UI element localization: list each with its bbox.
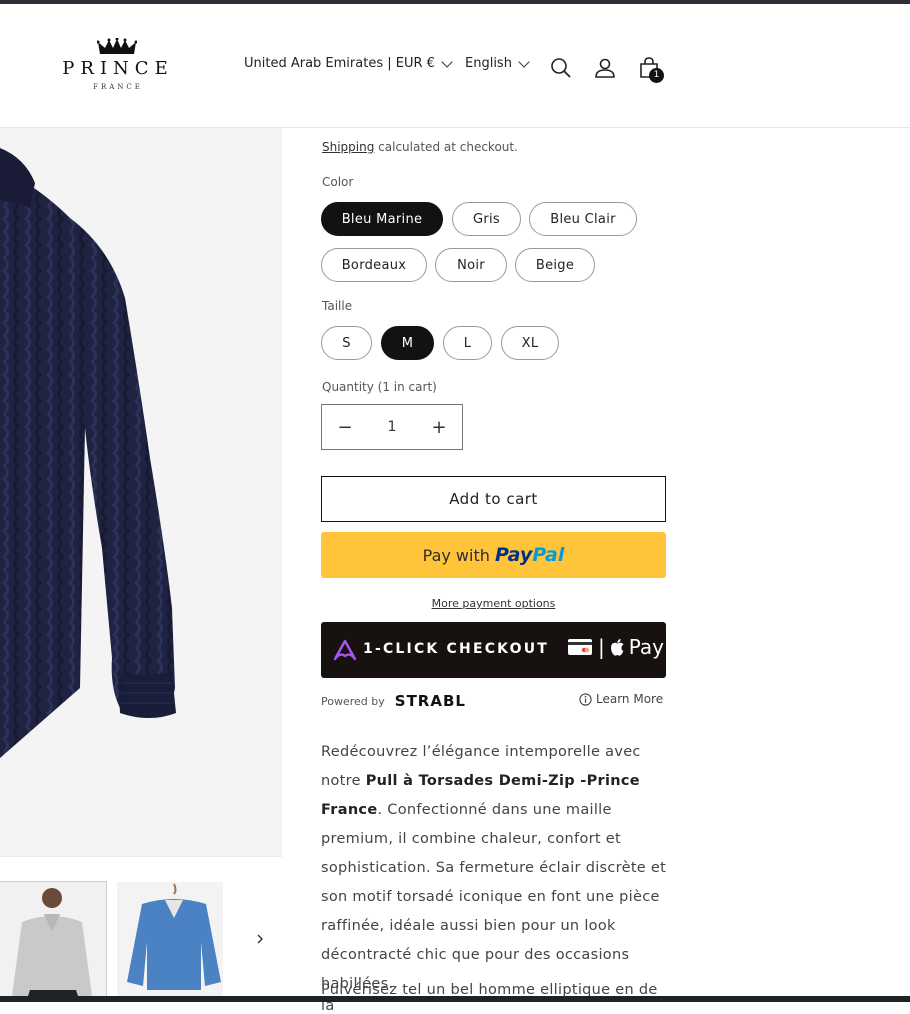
color-option-gris[interactable]: Gris (452, 202, 521, 236)
shipping-text: calculated at checkout. (374, 140, 518, 154)
shipping-link[interactable]: Shipping (322, 140, 374, 154)
size-option-m[interactable]: M (381, 326, 434, 360)
learn-more-label: Learn More (596, 692, 664, 706)
quantity-input[interactable]: 1 (369, 419, 415, 435)
brand-subtitle: FRANCE (93, 83, 143, 91)
crown-icon (97, 38, 137, 54)
brand-name: PRINCE (62, 58, 174, 79)
paypal-logo-pay: Pay (494, 544, 533, 566)
color-option-noir[interactable]: Noir (435, 248, 507, 282)
quantity-increase-button[interactable]: + (416, 417, 462, 438)
language-label: English (465, 56, 512, 71)
apple-pay-label: Pay (628, 635, 665, 659)
size-label: Taille (322, 299, 353, 313)
product-description: Redécouvrez l’élégance intemporelle avec… (321, 738, 671, 999)
grey-sweater-thumb-image (0, 882, 106, 996)
more-payment-options-link[interactable]: More payment options (321, 597, 666, 610)
strabl-logo-icon (333, 639, 357, 661)
color-option-bleu-clair[interactable]: Bleu Clair (529, 202, 637, 236)
country-selector[interactable]: United Arab Emirates | EUR € (244, 55, 453, 71)
info-icon (579, 692, 592, 706)
one-click-checkout-label: 1-CLICK CHECKOUT (363, 641, 550, 657)
separator: | (598, 635, 605, 659)
shipping-note: Shipping calculated at checkout. (322, 140, 518, 154)
site-header: PRINCE FRANCE United Arab Emirates | EUR… (0, 4, 910, 128)
cart-count-badge: 1 (649, 68, 664, 83)
language-selector[interactable]: English (465, 55, 530, 71)
paypal-logo-pal: Pal (532, 544, 565, 566)
quantity-decrease-button[interactable]: − (322, 417, 368, 438)
color-option-bordeaux[interactable]: Bordeaux (321, 248, 427, 282)
powered-by-label: Powered by (321, 694, 385, 708)
apple-icon (610, 638, 624, 656)
color-option-beige[interactable]: Beige (515, 248, 595, 282)
chevron-down-icon (441, 55, 453, 68)
size-option-l[interactable]: L (443, 326, 492, 360)
size-option-s[interactable]: S (321, 326, 372, 360)
quantity-label: Quantity (1 in cart) (322, 380, 437, 394)
search-icon[interactable] (549, 56, 573, 80)
blue-sweater-thumb-image (117, 882, 223, 996)
strabl-wordmark: STRABL (394, 692, 466, 710)
thumbnail-blue-sweater[interactable] (117, 882, 223, 996)
account-icon[interactable] (593, 56, 617, 80)
thumbnail-grey-sweater[interactable] (0, 881, 107, 997)
learn-more-link[interactable]: Learn More (579, 692, 663, 706)
chevron-right-icon[interactable] (252, 931, 268, 947)
sweater-image (0, 148, 176, 758)
brand-logo[interactable]: PRINCE FRANCE (60, 38, 176, 96)
size-option-xl[interactable]: XL (501, 326, 559, 360)
bottom-border (0, 996, 910, 1002)
quantity-stepper: − 1 + (321, 404, 463, 450)
card-and-apple-pay: | Pay (567, 635, 664, 659)
paypal-prefix: Pay with (422, 546, 490, 565)
one-click-checkout-button[interactable]: 1-CLICK CHECKOUT | Pay (321, 622, 666, 678)
color-label: Color (322, 175, 354, 189)
paypal-button[interactable]: Pay with PayPal (321, 532, 666, 578)
color-option-bleu-marine[interactable]: Bleu Marine (321, 202, 443, 236)
chevron-down-icon (518, 55, 530, 68)
product-main-image[interactable] (0, 128, 282, 856)
media-divider (0, 856, 282, 857)
add-to-cart-button[interactable]: Add to cart (321, 476, 666, 522)
country-label: United Arab Emirates | EUR € (244, 56, 435, 71)
credit-card-icon (568, 639, 592, 655)
powered-by: Powered by STRABL (321, 692, 466, 710)
description-text-2: . Confectionné dans une maille premium, … (321, 802, 667, 992)
